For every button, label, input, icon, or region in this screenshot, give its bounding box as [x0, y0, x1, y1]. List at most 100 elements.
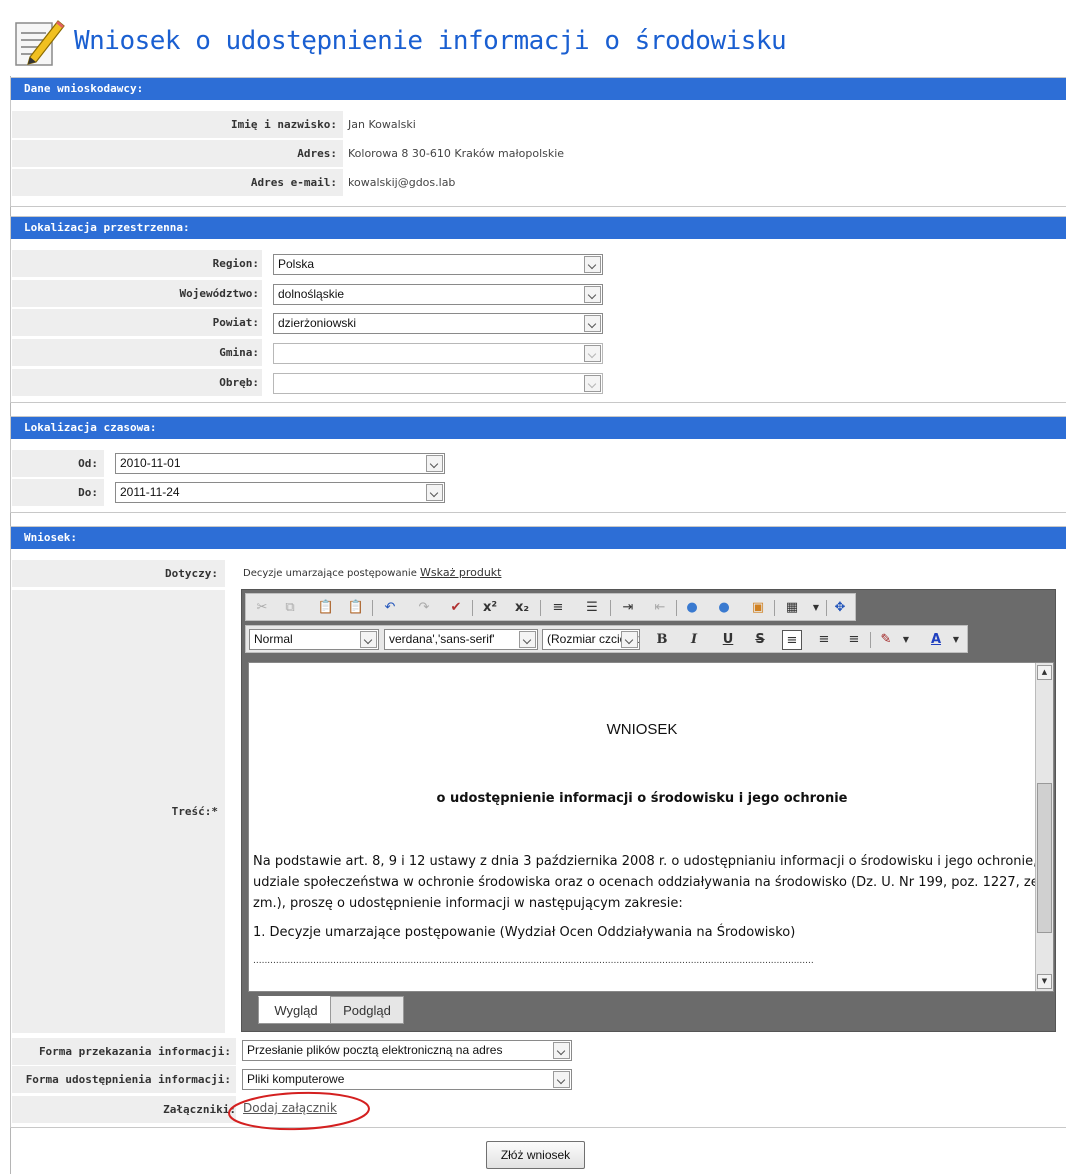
applicant-name-row: Imię i nazwisko: Jan Kowalski	[12, 111, 1064, 138]
select-value: Normal	[254, 632, 293, 646]
scrollbar-thumb[interactable]	[1037, 783, 1052, 933]
scroll-down-icon[interactable]: ▼	[1037, 974, 1052, 989]
chevron-down-icon[interactable]: ▼	[806, 598, 826, 618]
commune-row: Gmina:	[12, 339, 262, 366]
document-dotted-line: ........................................…	[253, 956, 813, 966]
scroll-up-icon[interactable]: ▲	[1037, 665, 1052, 680]
chevron-down-icon[interactable]: ▼	[946, 630, 966, 650]
applicant-address-row: Adres: Kolorowa 8 30-610 Kraków małopols…	[12, 140, 1064, 167]
tab-design[interactable]: Wygląd	[258, 996, 334, 1024]
field-label: Województwo:	[179, 287, 259, 300]
editor-toolbar-primary: ✂ ⧉ 📋 📋 ↶ ↷ ✔ x² x₂ ≡ ☰ ⇥ ⇤ ● ● ▣ ▦ ▼ ✥	[245, 593, 856, 621]
delivery-form-select[interactable]: Przesłanie plików pocztą elektroniczną n…	[242, 1040, 572, 1061]
editor-mode-tabs: Wygląd Podgląd	[248, 993, 1054, 1029]
bulleted-list-icon[interactable]: ☰	[582, 598, 602, 618]
document-heading: WNIOSEK	[606, 721, 678, 738]
superscript-icon[interactable]: x²	[480, 598, 500, 618]
applicant-address-value: Kolorowa 8 30-610 Kraków małopolskie	[343, 140, 1064, 167]
subscript-icon[interactable]: x₂	[512, 598, 532, 618]
commune-select[interactable]	[273, 343, 603, 364]
highlight-color-icon[interactable]: ✎	[876, 630, 896, 650]
italic-icon[interactable]: I	[684, 630, 704, 650]
select-value: Polska	[278, 257, 315, 271]
paste-text-icon[interactable]: 📋	[346, 598, 366, 618]
page-title: Wniosek o udostępnienie informacji o śro…	[74, 26, 787, 56]
applicant-name-value: Jan Kowalski	[343, 111, 1064, 138]
submit-button[interactable]: Złóż wniosek	[486, 1141, 585, 1169]
voivodeship-select[interactable]: dolnośląskie	[273, 284, 603, 305]
numbered-list-icon[interactable]: ≡	[548, 598, 568, 618]
field-label: Od:	[78, 457, 98, 470]
toolbar-separator	[472, 600, 473, 616]
region-select[interactable]: Polska	[273, 254, 603, 275]
font-family-select[interactable]: verdana','sans-serif'	[384, 629, 538, 650]
copy-icon[interactable]: ⧉	[280, 598, 300, 618]
precinct-row: Obręb:	[12, 369, 262, 396]
choose-product-link[interactable]: Wskaż produkt	[420, 566, 501, 579]
field-label: Treść:*	[171, 805, 218, 818]
applicant-email-value: kowalskij@gdos.lab	[343, 169, 1064, 196]
paste-icon[interactable]: 📋	[316, 598, 336, 618]
chevron-down-icon	[426, 484, 443, 501]
voivodeship-row: Województwo:	[12, 280, 262, 307]
county-select[interactable]: dzierżoniowski	[273, 313, 603, 334]
align-center-icon[interactable]: ≡	[814, 630, 834, 650]
bold-icon[interactable]: B	[652, 630, 672, 650]
toolbar-separator	[540, 600, 541, 616]
toolbar-separator	[610, 600, 611, 616]
remove-link-icon[interactable]: ●	[714, 598, 734, 618]
field-label: Region:	[212, 257, 259, 270]
field-label: Obręb:	[219, 376, 259, 389]
field-label: Załączniki:	[163, 1103, 236, 1116]
chevron-down-icon	[584, 256, 601, 273]
document-body-paragraph: Na podstawie art. 8, 9 i 12 ustawy z dni…	[253, 854, 1039, 911]
edit-document-icon	[15, 20, 65, 66]
indent-icon[interactable]: ⇥	[618, 598, 638, 618]
concerns-row: Dotyczy:	[12, 560, 225, 587]
page-header: Wniosek o udostępnienie informacji o śro…	[10, 8, 1066, 74]
strikethrough-icon[interactable]: S	[750, 630, 770, 650]
cut-icon[interactable]: ✂	[252, 598, 272, 618]
field-label: Forma przekazania informacji:	[38, 1045, 231, 1058]
select-value: Przesłanie plików pocztą elektroniczną n…	[247, 1043, 503, 1057]
date-to-select[interactable]: 2011-11-24	[115, 482, 445, 503]
toolbar-separator	[372, 600, 373, 616]
insert-link-icon[interactable]: ●	[682, 598, 702, 618]
font-color-icon[interactable]: A	[926, 630, 946, 650]
chevron-down-icon	[584, 345, 601, 362]
section-title: Dane wnioskodawcy:	[11, 78, 1066, 100]
field-label: Do:	[78, 486, 98, 499]
editor-document-area[interactable]: WNIOSEK o udostępnienie informacji o śro…	[248, 662, 1054, 992]
chevron-down-icon	[360, 631, 377, 648]
field-label: Forma udostępnienia informacji:	[25, 1073, 231, 1086]
field-label: Imię i nazwisko:	[231, 118, 337, 131]
undo-icon[interactable]: ↶	[380, 598, 400, 618]
fullscreen-icon[interactable]: ✥	[830, 598, 850, 618]
editor-scrollbar[interactable]: ▲ ▼	[1035, 663, 1053, 991]
chevron-down-icon	[584, 315, 601, 332]
sharing-form-select[interactable]: Pliki komputerowe	[242, 1069, 572, 1090]
section-title: Wniosek:	[11, 527, 1066, 549]
font-size-select[interactable]: (Rozmiar czcionki)	[542, 629, 640, 650]
select-value: 2010-11-01	[120, 456, 181, 470]
chevron-down-icon	[584, 286, 601, 303]
document-list-item: 1. Decyzje umarzające postępowanie (Wydz…	[253, 925, 796, 940]
applicant-email-row: Adres e-mail: kowalskij@gdos.lab	[12, 169, 1064, 196]
select-value: Pliki komputerowe	[247, 1072, 345, 1086]
insert-table-icon[interactable]: ▦	[782, 598, 802, 618]
align-left-icon[interactable]: ≡	[782, 630, 802, 650]
paragraph-format-select[interactable]: Normal	[249, 629, 379, 650]
redo-icon[interactable]: ↷	[414, 598, 434, 618]
outdent-icon[interactable]: ⇤	[650, 598, 670, 618]
field-label: Powiat:	[212, 316, 259, 329]
date-from-select[interactable]: 2010-11-01	[115, 453, 445, 474]
underline-icon[interactable]: U	[718, 630, 738, 650]
chevron-down-icon	[519, 631, 536, 648]
field-label: Gmina:	[219, 346, 259, 359]
spellcheck-icon[interactable]: ✔	[446, 598, 466, 618]
tab-preview[interactable]: Podgląd	[330, 996, 404, 1024]
insert-image-icon[interactable]: ▣	[748, 598, 768, 618]
chevron-down-icon[interactable]: ▼	[896, 630, 916, 650]
align-right-icon[interactable]: ≡	[844, 630, 864, 650]
precinct-select[interactable]	[273, 373, 603, 394]
